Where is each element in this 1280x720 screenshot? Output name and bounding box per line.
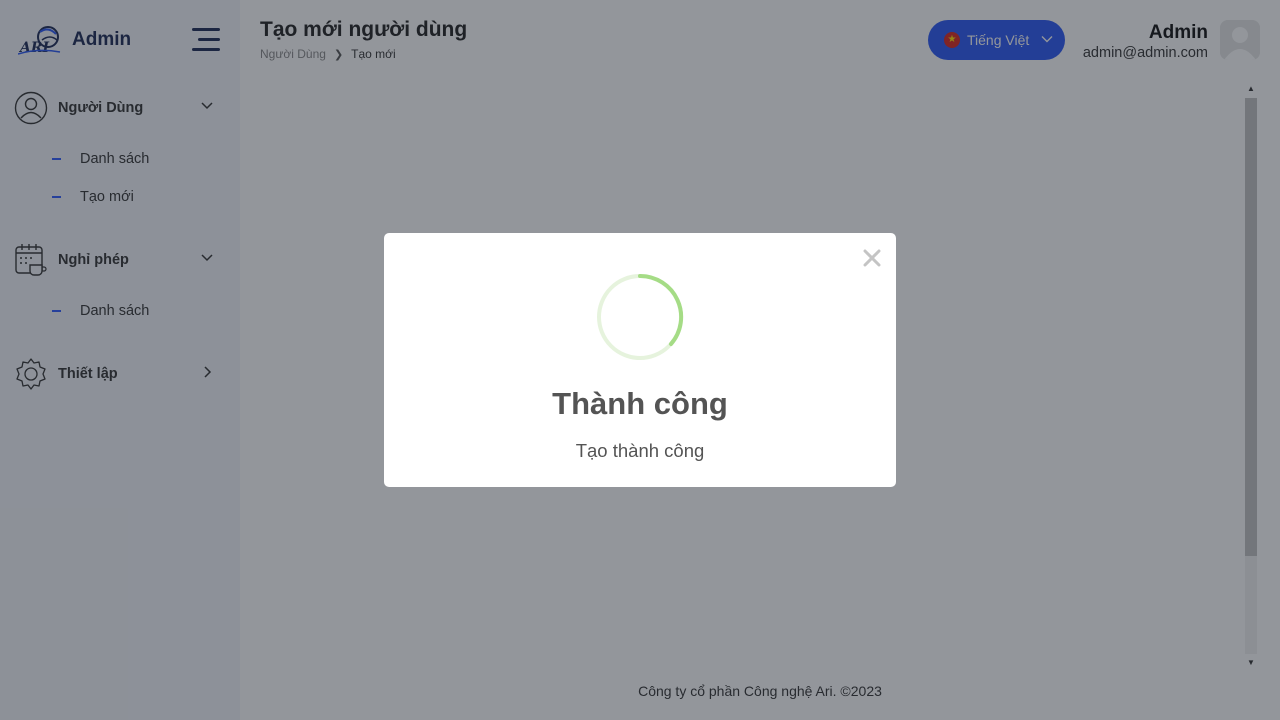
- dialog-message: Tạo thành công: [575, 440, 705, 461]
- success-spinner-icon: [596, 273, 684, 361]
- dialog-title: Thành công: [552, 386, 728, 421]
- success-dialog: Thành công Tạo thành công: [384, 233, 896, 487]
- close-icon[interactable]: [861, 247, 883, 269]
